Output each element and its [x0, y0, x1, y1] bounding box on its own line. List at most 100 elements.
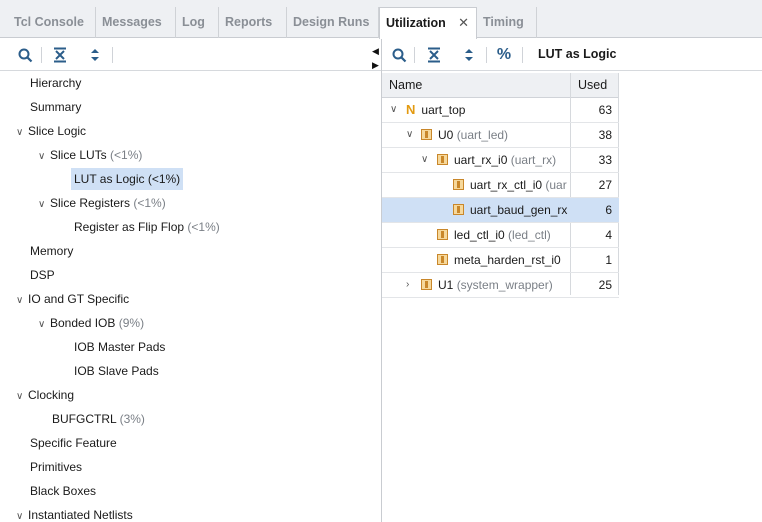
tree-item-percent: (<1%) [187, 220, 220, 234]
tree-item-iob-master-pads[interactable]: IOB Master Pads [74, 336, 165, 358]
chevron-right-icon[interactable]: › [406, 273, 409, 297]
tree-item-slice-luts[interactable]: ∨ Slice LUTs (<1%) [38, 144, 142, 166]
row-name: U1 (system_wrapper) [421, 273, 568, 297]
chevron-down-icon[interactable]: ∨ [390, 98, 397, 122]
tree-item-io-gt-specific[interactable]: ∨ IO and GT Specific [16, 288, 129, 310]
chevron-down-icon[interactable]: ∨ [16, 122, 28, 144]
tree-item-bonded-iob[interactable]: ∨ Bonded IOB (9%) [38, 312, 144, 334]
chevron-down-icon[interactable]: ∨ [16, 290, 28, 312]
table-row[interactable]: › U1 (system_wrapper) 25 [382, 273, 619, 298]
row-name: led_ctl_i0 (led_ctl) [437, 223, 568, 247]
tree-item-black-boxes[interactable]: Black Boxes [30, 480, 96, 502]
splitter-arrows[interactable]: ◀ ▶ [372, 46, 379, 70]
tab-label: Tcl Console [14, 15, 84, 29]
tree-item-primitives[interactable]: Primitives [30, 456, 82, 478]
table-row[interactable]: ∨ U0 (uart_led) 38 [382, 123, 619, 148]
search-icon[interactable] [16, 46, 34, 64]
cell-icon [453, 204, 464, 215]
tree-item-label: Hierarchy [30, 76, 82, 90]
tree-item-label: Register as Flip Flop [74, 220, 185, 234]
row-used: 38 [598, 128, 612, 142]
tab-label: Reports [225, 15, 273, 29]
tree-item-bufgctrl[interactable]: BUFGCTRL (3%) [52, 408, 145, 430]
tab-messages[interactable]: Messages [96, 7, 176, 38]
tree-item-memory[interactable]: Memory [30, 240, 73, 262]
tree-item-label: IOB Slave Pads [74, 364, 159, 378]
row-name: uart_rx_ctl_i0 (uar [453, 173, 570, 197]
tree-item-label: BUFGCTRL [52, 412, 117, 426]
tree-item-label: Memory [30, 244, 74, 258]
tab-design-runs[interactable]: Design Runs [287, 7, 379, 38]
tree-item-slice-registers[interactable]: ∨ Slice Registers (<1%) [38, 192, 166, 214]
row-name: uart_rx_i0 (uart_rx) [437, 148, 568, 172]
collapse-left-icon[interactable]: ◀ [372, 46, 379, 56]
toolbar-separator [414, 47, 415, 63]
tree-item-label: Summary [30, 100, 82, 114]
expand-all-icon[interactable] [460, 46, 478, 64]
tab-timing[interactable]: Timing [477, 7, 537, 38]
table-row[interactable]: ∨ Nuart_top 63 [382, 98, 619, 123]
right-toolbar: % LUT as Logic [382, 39, 762, 71]
chevron-down-icon[interactable]: ∨ [406, 123, 413, 147]
row-used: 25 [598, 278, 612, 292]
percent-icon[interactable]: % [495, 46, 513, 64]
tree-item-label: DSP [30, 268, 55, 282]
column-header-name[interactable]: Name [389, 73, 422, 98]
tree-item-hierarchy[interactable]: Hierarchy [30, 72, 81, 94]
tree-item-percent: (<1%) [147, 172, 181, 186]
tree-item-register-as-flip-flop[interactable]: Register as Flip Flop (<1%) [74, 216, 220, 238]
tree-item-instantiated-netlists[interactable]: ∨ Instantiated Netlists [16, 504, 133, 522]
tree-item-label: IO and GT Specific [28, 292, 130, 306]
tree-item-label: LUT as Logic [74, 172, 145, 186]
toolbar-separator [112, 47, 113, 63]
row-used: 63 [598, 103, 612, 117]
chevron-down-icon[interactable]: ∨ [38, 146, 50, 168]
table-row[interactable]: led_ctl_i0 (led_ctl) 4 [382, 223, 619, 248]
toolbar-separator [486, 47, 487, 63]
collapse-all-icon[interactable] [51, 46, 69, 64]
chevron-down-icon[interactable]: ∨ [16, 386, 28, 408]
tree-item-dsp[interactable]: DSP [30, 264, 55, 286]
tree-item-slice-logic[interactable]: ∨ Slice Logic [16, 120, 86, 142]
chevron-down-icon[interactable]: ∨ [421, 148, 428, 172]
table-row[interactable]: uart_rx_ctl_i0 (uar 27 [382, 173, 619, 198]
chevron-down-icon[interactable]: ∨ [38, 314, 50, 336]
tab-utilization[interactable]: Utilization ✕ [379, 7, 477, 39]
toolbar-separator [41, 47, 42, 63]
tree-item-percent: (<1%) [110, 148, 143, 162]
tab-label: Timing [483, 15, 524, 29]
expand-right-icon[interactable]: ▶ [372, 60, 379, 70]
tree-item-summary[interactable]: Summary [30, 96, 81, 118]
left-toolbar [0, 39, 381, 71]
chevron-down-icon[interactable]: ∨ [38, 194, 50, 216]
table-row-selected[interactable]: uart_baud_gen_rx 6 [382, 198, 619, 223]
table-row[interactable]: meta_harden_rst_i0 1 [382, 248, 619, 273]
tab-reports[interactable]: Reports [219, 7, 287, 38]
column-header-used[interactable]: Used [578, 73, 607, 98]
row-name: U0 (uart_led) [421, 123, 568, 147]
expand-all-icon[interactable] [86, 46, 104, 64]
row-used: 1 [605, 253, 612, 267]
row-used: 27 [598, 178, 612, 192]
tree-item-label: Clocking [28, 388, 75, 402]
collapse-all-icon[interactable] [425, 46, 443, 64]
tree-item-iob-slave-pads[interactable]: IOB Slave Pads [74, 360, 159, 382]
tab-label: Log [182, 15, 205, 29]
search-icon[interactable] [390, 46, 408, 64]
tree-item-lut-as-logic[interactable]: LUT as Logic (<1%) [71, 168, 184, 190]
tree-item-label: Specific Feature [30, 436, 117, 450]
cell-icon [421, 279, 432, 290]
tree-item-specific-feature[interactable]: Specific Feature [30, 432, 117, 454]
tab-bar: Tcl Console Messages Log Reports Design … [0, 0, 762, 39]
table-row[interactable]: ∨ uart_rx_i0 (uart_rx) 33 [382, 148, 619, 173]
tree-item-label: Bonded IOB [50, 316, 116, 330]
utilization-window: Tcl Console Messages Log Reports Design … [0, 0, 762, 522]
close-tab-icon[interactable]: ✕ [458, 8, 469, 38]
tab-tcl-console[interactable]: Tcl Console [8, 7, 96, 38]
tab-log[interactable]: Log [176, 7, 219, 38]
tree-item-clocking[interactable]: ∨ Clocking [16, 384, 74, 406]
tree-item-percent: (<1%) [133, 196, 166, 210]
chevron-down-icon[interactable]: ∨ [16, 506, 28, 522]
tree-item-label: IOB Master Pads [74, 340, 166, 354]
cell-icon [437, 154, 448, 165]
